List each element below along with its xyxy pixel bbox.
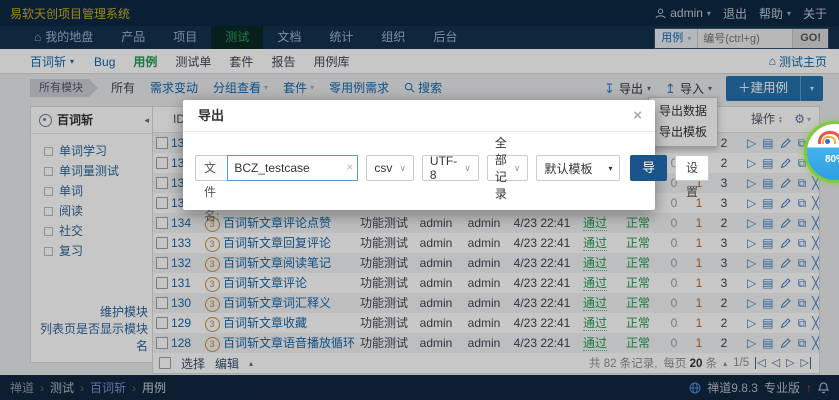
record-range-value: 全部记录: [495, 134, 507, 202]
confirm-export-button[interactable]: 导出: [630, 155, 667, 181]
file-format-value: csv: [374, 161, 392, 175]
filename-input[interactable]: [227, 155, 358, 181]
file-format-select[interactable]: csv ∨: [366, 155, 414, 181]
encoding-select[interactable]: UTF-8 ∨: [422, 155, 479, 181]
modal-header: 导出 ×: [183, 100, 655, 132]
widget-percent: 80%: [807, 154, 839, 165]
chevron-down-icon: ∨: [514, 163, 521, 174]
close-icon[interactable]: ×: [633, 100, 642, 131]
template-value: 默认模板: [544, 160, 592, 177]
export-modal: 导出 × 文件名: × csv ∨ UTF-8 ∨ 全部记录 ∨ 默认模板 ▾ …: [183, 100, 655, 210]
modal-body: 文件名: × csv ∨ UTF-8 ∨ 全部记录 ∨ 默认模板 ▾ 导出 设置: [195, 155, 655, 181]
chevron-down-icon: ∨: [464, 163, 471, 174]
chevron-down-icon: ∨: [399, 163, 406, 174]
record-range-select[interactable]: 全部记录 ∨: [487, 155, 529, 181]
encoding-value: UTF-8: [430, 154, 457, 182]
template-select[interactable]: 默认模板 ▾: [536, 155, 620, 181]
settings-button[interactable]: 设置: [675, 155, 709, 181]
clear-input-icon[interactable]: ×: [346, 161, 353, 174]
caret-down-icon: ▾: [608, 164, 612, 173]
modal-title: 导出: [198, 108, 224, 123]
cloud-dot-icon: [825, 139, 830, 144]
filename-field-wrap: ×: [227, 155, 358, 181]
filename-label: 文件名:: [195, 155, 227, 181]
